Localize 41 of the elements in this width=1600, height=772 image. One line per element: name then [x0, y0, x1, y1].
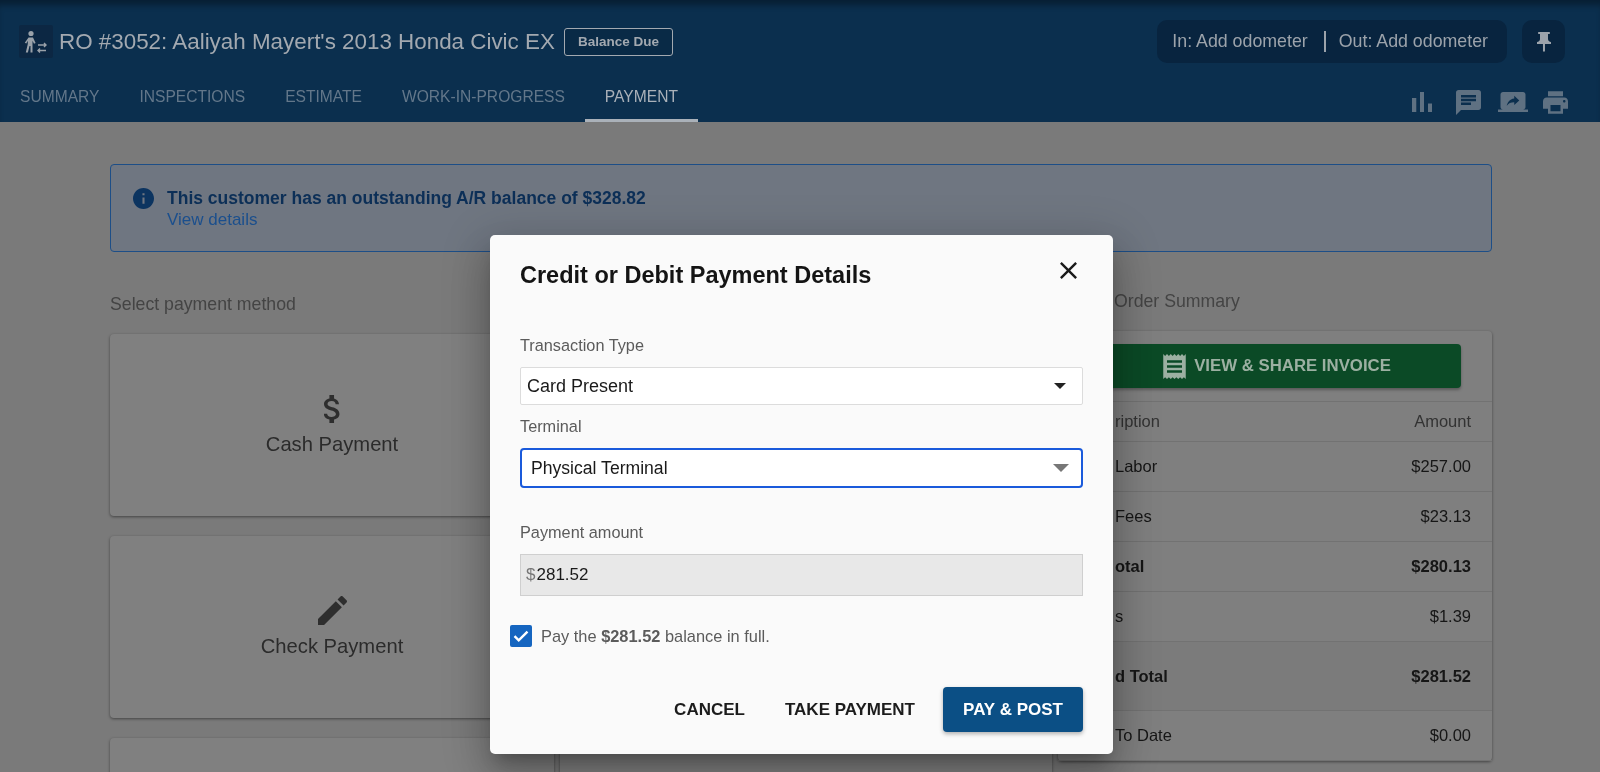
- column-header: Amount: [1414, 412, 1471, 431]
- table-cell: otal: [1115, 557, 1145, 576]
- text-button[interactable]: TAKE PAYMENT: [776, 691, 923, 728]
- dollar-icon: [323, 394, 341, 423]
- dialog-title: Credit or Debit Payment Details: [520, 261, 872, 289]
- tab[interactable]: PAYMENT: [584, 72, 698, 122]
- column-header: ription: [1115, 412, 1160, 431]
- caret-icon: [1054, 383, 1066, 389]
- table-cell: $281.52: [1411, 666, 1471, 686]
- receipt-icon: [1163, 353, 1187, 379]
- table-cell: To Date: [1115, 726, 1172, 745]
- pin-icon: [1536, 31, 1551, 52]
- status-badge: Balance Due: [563, 27, 673, 56]
- info-icon: [133, 188, 154, 209]
- odometer-button[interactable]: Out: Add odometer: [1338, 31, 1488, 52]
- screen-share-icon[interactable]: [1498, 92, 1528, 112]
- pencil-icon: [317, 596, 347, 625]
- checkbox[interactable]: [510, 625, 532, 647]
- ro-title: RO #3052: Aaliyah Mayert's 2013 Honda Civic EX: [59, 28, 555, 55]
- dropdown-field[interactable]: Physical Terminal: [520, 448, 1083, 488]
- pin-button[interactable]: [1522, 20, 1565, 63]
- table-cell: $0.00: [1429, 726, 1471, 745]
- close-icon[interactable]: [1060, 262, 1077, 279]
- print-icon[interactable]: [1543, 90, 1568, 114]
- table-cell: $1.39: [1429, 607, 1471, 626]
- text-button[interactable]: CANCEL: [666, 691, 753, 728]
- pay-post-button[interactable]: PAY & POST: [943, 687, 1083, 732]
- table-cell: $257.00: [1411, 457, 1471, 476]
- table-cell: s: [1115, 607, 1124, 626]
- caret-icon: [1053, 464, 1069, 472]
- table-cell: $23.13: [1420, 507, 1471, 526]
- alert-message: This customer has an outstanding A/R balance of $328.82: [167, 187, 646, 209]
- dropdown-field[interactable]: Card Present: [520, 367, 1083, 405]
- bar-chart-icon[interactable]: [1412, 92, 1432, 112]
- message-icon[interactable]: [1456, 89, 1481, 115]
- table-cell: Labor: [1115, 457, 1158, 476]
- odometer-button[interactable]: In: Add odometer: [1172, 31, 1308, 52]
- person-arrows-icon: [19, 25, 53, 58]
- table-cell: Fees: [1115, 507, 1152, 526]
- table-cell: d Total: [1115, 666, 1168, 686]
- table-cell: $280.13: [1411, 557, 1471, 576]
